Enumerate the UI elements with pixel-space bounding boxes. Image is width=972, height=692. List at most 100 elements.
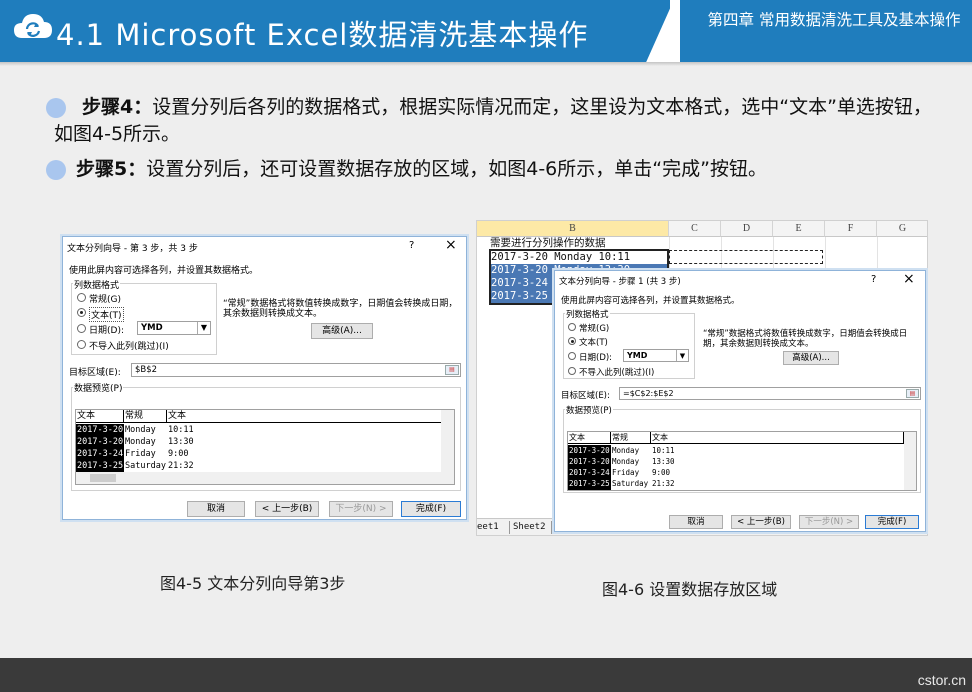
- preview-cell: Monday: [125, 437, 156, 447]
- back-button[interactable]: < 上一步(B): [731, 515, 791, 529]
- step4-text: 设置分列后各列的数据格式，根据实际情况而定，这里设为文本格式，选中“文本”单选按…: [54, 96, 932, 145]
- preview-cell: Monday: [612, 446, 640, 455]
- footer-site: cstor.cn: [917, 672, 966, 688]
- target-label: 目标区域(E):: [561, 391, 610, 401]
- close-icon[interactable]: ×: [445, 237, 457, 253]
- preview-cell: 2017-3-25: [569, 478, 610, 489]
- chevron-down-icon: ▼: [676, 350, 688, 361]
- target-range-input[interactable]: =$C$2:$E$2 ▤: [619, 387, 921, 400]
- column-header-e[interactable]: E: [773, 221, 825, 237]
- preview-cell: 21:32: [652, 479, 675, 488]
- radio-general[interactable]: [568, 323, 576, 331]
- sheet-tab[interactable]: eet1: [477, 521, 499, 534]
- radio-skip[interactable]: [77, 340, 86, 349]
- next-button[interactable]: 下一步(N) >: [799, 515, 859, 529]
- column-header-c[interactable]: C: [669, 221, 721, 237]
- range-picker-icon[interactable]: ▤: [906, 389, 919, 398]
- data-preview: 文本 常规 文本 2017-3-20 Monday 10:11 2017-3-2…: [567, 431, 917, 491]
- close-icon[interactable]: ×: [903, 271, 915, 287]
- back-button[interactable]: < 上一步(B): [255, 501, 319, 517]
- cloud-sync-icon: [14, 14, 52, 38]
- target-range-marquee: [669, 250, 823, 264]
- cancel-button[interactable]: 取消: [669, 515, 723, 529]
- dialog-instruction: 使用此屏内容可选择各列，并设置其数据格式。: [561, 296, 740, 306]
- preview-cell: 10:11: [168, 425, 194, 435]
- preview-cell: 2017-3-24: [77, 448, 124, 460]
- advanced-button[interactable]: 高级(A)...: [311, 323, 373, 339]
- chapter-title: 第四章 常用数据清洗工具及基本操作: [707, 11, 961, 29]
- step4-label: 步骤4：: [82, 96, 153, 118]
- column-header-f[interactable]: F: [825, 221, 877, 237]
- option-general: 常规(G): [89, 295, 121, 305]
- target-range-input[interactable]: $B$2 ▤: [131, 363, 461, 377]
- step5-paragraph: 步骤5：设置分列后，还可设置数据存放的区域，如图4-6所示，单击“完成”按钮。: [76, 156, 946, 183]
- radio-text[interactable]: [77, 308, 86, 317]
- preview-header[interactable]: 常规: [124, 410, 167, 423]
- finish-button[interactable]: 完成(F): [401, 501, 461, 517]
- header-shadow: [0, 62, 972, 66]
- preview-vertical-scrollbar[interactable]: [441, 410, 454, 472]
- preview-vertical-scrollbar[interactable]: [904, 432, 916, 490]
- data-preview: 文本 常规 文本 2017-3-20 Monday 10:11 2017-3-2…: [75, 409, 455, 485]
- date-format-value: YMD: [627, 351, 648, 360]
- option-date: 日期(D):: [89, 326, 124, 336]
- radio-text[interactable]: [568, 337, 576, 345]
- column-header-g[interactable]: G: [877, 221, 927, 237]
- target-range-value: $B$2: [135, 365, 158, 375]
- text-wizard-dialog-step3: 文本分列向导 - 第 3 步，共 3 步 ? × 使用此屏内容可选择各列，并设置…: [62, 236, 467, 520]
- option-general: 常规(G): [579, 324, 610, 334]
- option-text: 文本(T): [89, 307, 124, 322]
- scrollbar-thumb[interactable]: [90, 474, 116, 482]
- help-icon[interactable]: ?: [871, 274, 876, 285]
- date-format-select[interactable]: YMD ▼: [137, 321, 211, 335]
- preview-header[interactable]: 文本: [651, 432, 904, 444]
- preview-cell: Friday: [612, 468, 640, 477]
- date-format-select[interactable]: YMD ▼: [623, 349, 689, 362]
- figure-caption-4-6: 图4-6 设置数据存放区域: [602, 580, 778, 599]
- column-header-b[interactable]: B: [477, 221, 669, 237]
- figure-caption-4-5: 图4-5 文本分列向导第3步: [160, 574, 346, 593]
- help-icon[interactable]: ?: [409, 240, 414, 251]
- cancel-button[interactable]: 取消: [187, 501, 245, 517]
- preview-header[interactable]: 文本: [568, 432, 611, 444]
- chevron-down-icon: ▼: [197, 322, 210, 334]
- group-label: 列数据格式: [565, 308, 610, 320]
- preview-cell: 10:11: [652, 446, 675, 455]
- page-title: 4.1 Microsoft Excel数据清洗基本操作: [56, 18, 589, 52]
- option-skip: 不导入此列(跳过)(I): [579, 368, 655, 378]
- dialog-title: 文本分列向导 - 步骤 1 (共 3 步): [559, 277, 681, 287]
- preview-cell: 13:30: [168, 437, 194, 447]
- preview-cell: 2017-3-20: [569, 456, 610, 467]
- step5-text: 设置分列后，还可设置数据存放的区域，如图4-6所示，单击“完成”按钮。: [146, 158, 767, 180]
- preview-cell: 9:00: [168, 449, 189, 459]
- preview-cell: 21:32: [168, 461, 194, 471]
- preview-label: 数据预览(P): [73, 381, 124, 394]
- target-label: 目标区域(E):: [69, 368, 121, 378]
- preview-cell: Monday: [125, 425, 156, 435]
- radio-date[interactable]: [568, 352, 576, 360]
- group-label: 列数据格式: [73, 278, 121, 291]
- preview-cell: Saturday: [612, 479, 649, 488]
- next-button[interactable]: 下一步(N) >: [329, 501, 393, 517]
- radio-general[interactable]: [77, 293, 86, 302]
- preview-header[interactable]: 文本: [167, 410, 442, 423]
- range-picker-icon[interactable]: ▤: [445, 365, 459, 375]
- preview-cell: 2017-3-20: [569, 445, 610, 456]
- sheet-tab[interactable]: Sheet2: [509, 521, 546, 534]
- bullet-dot: [46, 160, 66, 180]
- radio-date[interactable]: [77, 324, 86, 333]
- preview-header[interactable]: 文本: [76, 410, 124, 423]
- finish-button[interactable]: 完成(F): [865, 515, 919, 529]
- data-cell[interactable]: 2017-3-20 Monday 10:11: [491, 251, 630, 264]
- preview-cell: Saturday: [125, 461, 166, 471]
- column-header-d[interactable]: D: [721, 221, 773, 237]
- option-text: 文本(T): [579, 338, 608, 348]
- advanced-button[interactable]: 高级(A)...: [783, 351, 839, 365]
- radio-skip[interactable]: [568, 367, 576, 375]
- text-wizard-dialog-target: 文本分列向导 - 步骤 1 (共 3 步) ? × 使用此屏内容可选择各列，并设…: [554, 270, 926, 532]
- preview-cell: 2017-3-25: [77, 460, 124, 472]
- date-format-value: YMD: [141, 323, 163, 333]
- option-date: 日期(D):: [579, 353, 613, 363]
- preview-header[interactable]: 常规: [611, 432, 651, 444]
- preview-horizontal-scrollbar[interactable]: [76, 472, 454, 484]
